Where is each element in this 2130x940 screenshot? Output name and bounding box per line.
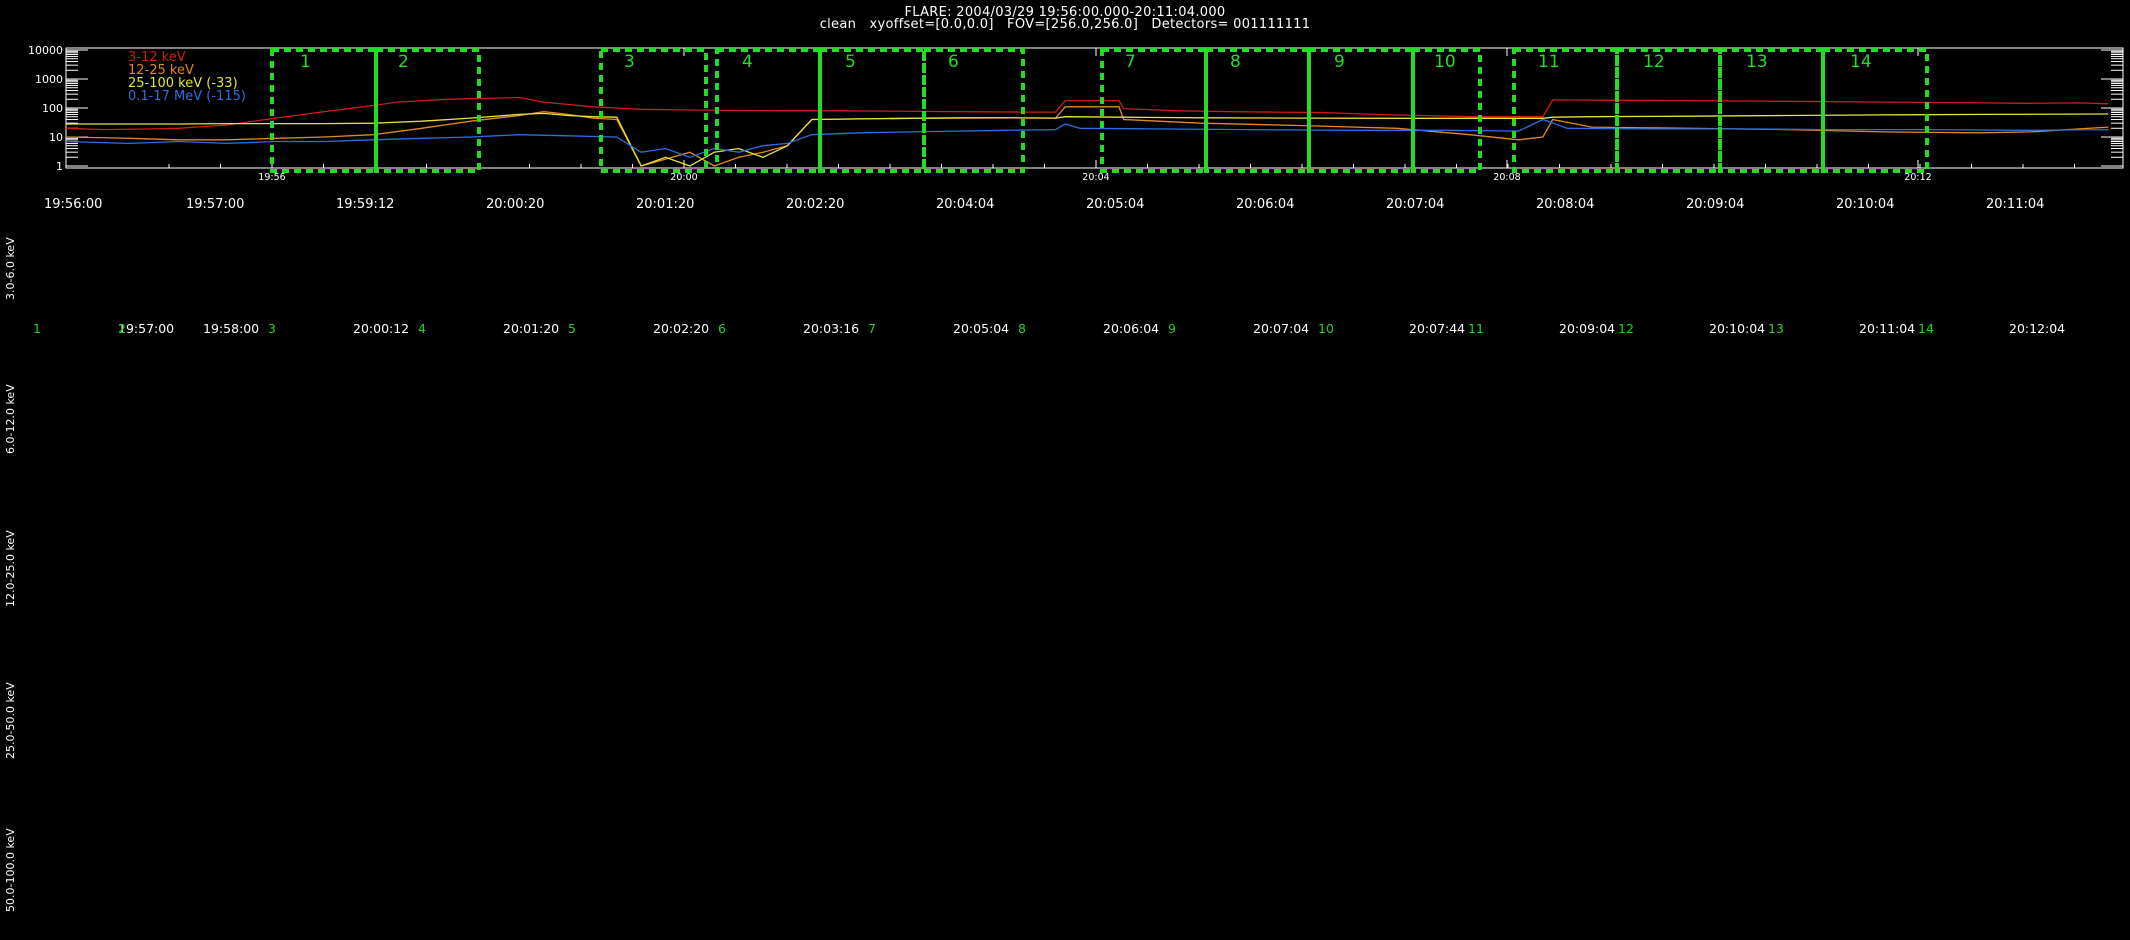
interval-number: 14 (1918, 321, 1934, 336)
time-label: 20:06:04 (1236, 197, 1295, 212)
interval-box-9 (1307, 48, 1415, 173)
energy-band-label: 50.0-100.0 keV (4, 828, 17, 912)
interval-box-number: 2 (398, 52, 409, 72)
interval-number: 11 (1468, 321, 1484, 336)
x-tick-label: 19:56 (258, 172, 285, 183)
x-tick-label: 20:04 (1082, 172, 1109, 183)
interval-box-number: 8 (1230, 52, 1241, 72)
interval-box-number: 7 (1125, 52, 1136, 72)
interval-number: 1 (33, 321, 41, 336)
y-tick-label: 10000 (28, 44, 63, 57)
interval-box-number: 14 (1850, 52, 1872, 72)
interval-end-time: 19:57:00 (118, 321, 175, 336)
time-label: 20:04:04 (936, 197, 995, 212)
interval-number: 13 (1768, 321, 1784, 336)
energy-band-label: 3.0-6.0 keV (4, 237, 17, 300)
x-tick-label: 20:12 (1904, 172, 1931, 183)
interval-box-2 (374, 48, 481, 173)
x-tick-label: 20:00 (670, 172, 697, 183)
interval-end-time: 20:07:04 (1253, 321, 1310, 336)
time-label: 20:08:04 (1536, 197, 1595, 212)
interval-end-time: 20:06:04 (1103, 321, 1160, 336)
series-line-0 (65, 96, 2109, 131)
time-label: 20:01:20 (636, 197, 695, 212)
y-tick-label: 100 (42, 102, 63, 115)
plot-series (65, 96, 2109, 167)
lightcurve-plot: 10000 1000 100 10 1 19:56 20:00 20:04 20:08 20:12… (28, 44, 2124, 183)
interval-end-time: 20:03:16 (803, 321, 860, 336)
time-label: 20:02:20 (786, 197, 845, 212)
y-tick-label: 1000 (35, 73, 63, 86)
interval-end-time: 20:09:04 (1559, 321, 1616, 336)
interval-number: 6 (718, 321, 726, 336)
interval-box-6 (922, 48, 1025, 173)
interval-number: 8 (1018, 321, 1026, 336)
time-label: 20:07:04 (1386, 197, 1445, 212)
interval-box-number: 3 (624, 52, 635, 72)
series-line-3 (65, 118, 2109, 158)
time-label: 20:11:04 (1986, 197, 2045, 212)
interval-number: 9 (1168, 321, 1176, 336)
interval-number: 10 (1318, 321, 1334, 336)
legend-entry: 0.1-17 MeV (-115) (128, 89, 246, 104)
interval-end-time: 20:11:04 (1859, 321, 1916, 336)
time-label: 19:56:00 (44, 197, 103, 212)
interval-number: 5 (568, 321, 576, 336)
y-tick-label: 1 (56, 160, 63, 173)
interval-end-time: 20:12:04 (2009, 321, 2066, 336)
time-label: 20:10:04 (1836, 197, 1895, 212)
interval-box-number: 6 (948, 52, 959, 72)
interval-box-number: 1 (300, 52, 311, 72)
interval-box-number: 9 (1334, 52, 1345, 72)
interval-box-number: 10 (1434, 52, 1456, 72)
interval-box-number: 12 (1643, 52, 1665, 72)
interval-box-number: 13 (1746, 52, 1768, 72)
energy-band-label: 12.0-25.0 keV (4, 530, 17, 607)
interval-end-time: 19:58:00 (203, 321, 260, 336)
time-label: 19:59:12 (336, 197, 395, 212)
interval-end-time: 20:02:20 (653, 321, 710, 336)
interval-end-time: 20:10:04 (1709, 321, 1766, 336)
interval-number: 3 (268, 321, 276, 336)
interval-box-number: 4 (742, 52, 753, 72)
time-label: 19:57:00 (186, 197, 245, 212)
time-label: 20:05:04 (1086, 197, 1145, 212)
interval-box-11 (1512, 48, 1619, 173)
time-label: 20:09:04 (1686, 197, 1745, 212)
interval-box-8 (1204, 48, 1311, 173)
interval-number: 4 (418, 321, 426, 336)
interval-box-number: 11 (1538, 52, 1560, 72)
interval-box-14 (1821, 48, 1929, 173)
interval-end-time: 20:01:20 (503, 321, 560, 336)
interval-box-number: 5 (845, 52, 856, 72)
interval-end-time: 20:00:12 (353, 321, 410, 336)
interval-boxes: 1 2 3 4 5 6 7 8 9 10 11 12 13 14 (270, 48, 1929, 173)
time-label: 20:00:20 (486, 197, 545, 212)
interval-box-12 (1615, 48, 1722, 173)
plot-axes: 10000 1000 100 10 1 19:56 20:00 20:04 20:08 20:12 (28, 44, 2124, 183)
interval-number: 2 (118, 321, 126, 336)
interval-box-1 (270, 48, 378, 173)
energy-band-label: 25.0-50.0 keV (4, 682, 17, 759)
interval-box-13 (1718, 48, 1825, 173)
interval-number: 12 (1618, 321, 1634, 336)
energy-band-label: 6.0-12.0 keV (4, 384, 17, 454)
x-tick-label: 20:08 (1493, 172, 1520, 183)
interval-end-time: 20:07:44 (1409, 321, 1466, 336)
interval-number: 7 (868, 321, 876, 336)
y-tick-label: 10 (49, 131, 63, 144)
interval-end-time: 20:05:04 (953, 321, 1010, 336)
